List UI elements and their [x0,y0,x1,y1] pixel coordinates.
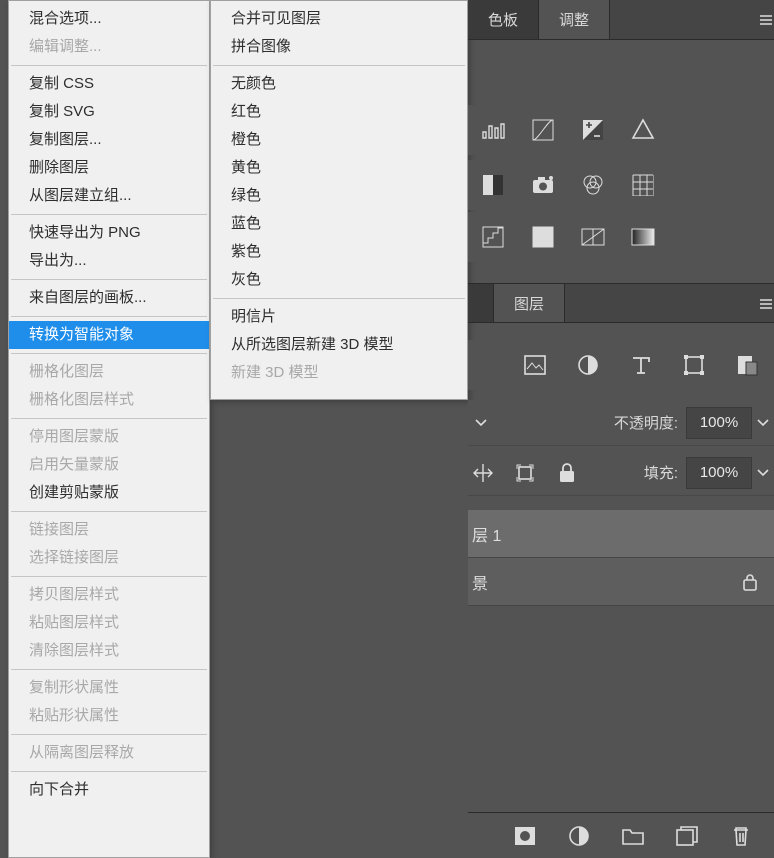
context-menu-secondary: 合并可见图层 拼合图像 无颜色 红色 橙色 黄色 绿色 蓝色 紫色 灰色 明信片… [210,0,468,400]
levels-icon[interactable] [478,115,508,145]
menu-item-group-from-layers[interactable]: 从图层建立组... [9,182,209,210]
menu-item-convert-smart-object[interactable]: 转换为智能对象 [9,321,209,349]
photo-filter-icon[interactable] [528,170,558,200]
menu-item-color-blue[interactable]: 蓝色 [211,210,467,238]
menu-item-new-3d-model: 新建 3D 模型 [211,359,467,387]
adjustments-row-2 [468,160,774,210]
menu-item-new-3d-from-selected[interactable]: 从所选图层新建 3D 模型 [211,331,467,359]
menu-item-disable-layer-mask: 停用图层蒙版 [9,423,209,451]
layers-empty-area [468,606,774,806]
menu-item-create-clipping-mask[interactable]: 创建剪贴蒙版 [9,479,209,507]
menu-item-color-orange[interactable]: 橙色 [211,126,467,154]
threshold-icon[interactable] [528,222,558,252]
curves-icon[interactable] [528,115,558,145]
filter-shape-icon[interactable] [682,350,707,380]
menu-item-quick-export-png[interactable]: 快速导出为 PNG [9,219,209,247]
menu-item-color-yellow[interactable]: 黄色 [211,154,467,182]
menu-item-merge-down[interactable]: 向下合并 [9,776,209,804]
layer-filter-bar [468,340,774,390]
blend-opacity-row: 不透明度: 100% [468,400,774,446]
posterize-icon[interactable] [478,222,508,252]
menu-item-paste-shape-attrs: 粘贴形状属性 [9,702,209,730]
vibrance-icon[interactable] [628,115,658,145]
fill-value[interactable]: 100% [686,457,752,489]
menu-item-merge-visible[interactable]: 合并可见图层 [211,5,467,33]
menu-item-edit-adjustment: 编辑调整... [9,33,209,61]
layer-row-layer1[interactable]: 层 1 [468,510,774,558]
menu-item-copy-svg[interactable]: 复制 SVG [9,98,209,126]
menu-item-artboard-from-layers[interactable]: 来自图层的画板... [9,284,209,312]
lock-artboard-icon[interactable] [510,458,540,488]
chevron-down-icon [474,416,488,430]
context-menu-primary: 混合选项... 编辑调整... 复制 CSS 复制 SVG 复制图层... 删除… [8,0,210,858]
lock-fill-row: 填充: 100% [468,450,774,496]
menu-item-rasterize-layer: 栅格化图层 [9,358,209,386]
menu-item-export-as[interactable]: 导出为... [9,247,209,275]
filter-type-icon[interactable] [628,350,653,380]
layer-name: 景 [472,570,488,594]
menu-item-select-linked-layers: 选择链接图层 [9,544,209,572]
lock-all-icon[interactable] [552,458,582,488]
menu-item-duplicate-layer[interactable]: 复制图层... [9,126,209,154]
menu-item-release-from-isolation: 从隔离图层释放 [9,739,209,767]
black-white-icon[interactable] [478,170,508,200]
tab-swatches[interactable]: 色板 [468,0,539,39]
channel-mixer-icon[interactable] [578,170,608,200]
layer-row-background[interactable]: 景 [468,558,774,606]
menu-item-delete-layer[interactable]: 删除图层 [9,154,209,182]
exposure-icon[interactable] [578,115,608,145]
delete-layer-icon[interactable] [726,821,756,851]
menu-item-link-layers: 链接图层 [9,516,209,544]
filter-smart-object-icon[interactable] [735,350,760,380]
menu-item-paste-layer-style: 粘贴图层样式 [9,609,209,637]
selective-color-icon[interactable] [578,222,608,252]
opacity-chevron-icon[interactable] [756,416,770,430]
menu-item-color-green[interactable]: 绿色 [211,182,467,210]
new-layer-icon[interactable] [672,821,702,851]
opacity-value[interactable]: 100% [686,407,752,439]
menu-item-copy-layer-style: 拷贝图层样式 [9,581,209,609]
menu-item-color-purple[interactable]: 紫色 [211,238,467,266]
new-group-icon[interactable] [618,821,648,851]
adjustments-panel-tabs: 色板 调整 [468,0,774,40]
panel-menu-icon[interactable] [758,0,774,40]
lock-icon [742,573,758,591]
add-mask-icon[interactable] [510,821,540,851]
layers-panel-menu-icon[interactable] [758,284,774,324]
menu-item-copy-shape-attrs: 复制形状属性 [9,674,209,702]
filter-pixel-icon[interactable] [522,350,547,380]
menu-item-rasterize-layer-style: 栅格化图层样式 [9,386,209,414]
fill-label: 填充: [644,462,678,483]
color-lookup-icon[interactable] [628,170,658,200]
layer-name: 层 1 [472,522,501,546]
filter-adjustment-icon[interactable] [575,350,600,380]
gradient-map-icon[interactable] [628,222,658,252]
lock-position-icon[interactable] [468,458,498,488]
menu-item-blend-options[interactable]: 混合选项... [9,5,209,33]
add-adjustment-icon[interactable] [564,821,594,851]
blend-mode-dropdown[interactable] [474,416,488,430]
fill-chevron-icon[interactable] [756,466,770,480]
layers-bottom-bar [468,812,774,858]
adjustments-row-1 [468,105,774,155]
menu-item-copy-css[interactable]: 复制 CSS [9,70,209,98]
menu-item-clear-layer-style: 清除图层样式 [9,637,209,665]
menu-item-postcard[interactable]: 明信片 [211,303,467,331]
menu-item-no-color[interactable]: 无颜色 [211,70,467,98]
menu-item-enable-vector-mask: 启用矢量蒙版 [9,451,209,479]
adjustments-row-3 [468,212,774,262]
menu-item-color-red[interactable]: 红色 [211,98,467,126]
opacity-label: 不透明度: [614,412,678,433]
menu-item-color-gray[interactable]: 灰色 [211,266,467,294]
layers-panel-tabs: 图层 [468,283,774,323]
menu-item-flatten-image[interactable]: 拼合图像 [211,33,467,61]
tab-adjustments[interactable]: 调整 [539,0,610,39]
tab-layers[interactable]: 图层 [494,284,565,322]
